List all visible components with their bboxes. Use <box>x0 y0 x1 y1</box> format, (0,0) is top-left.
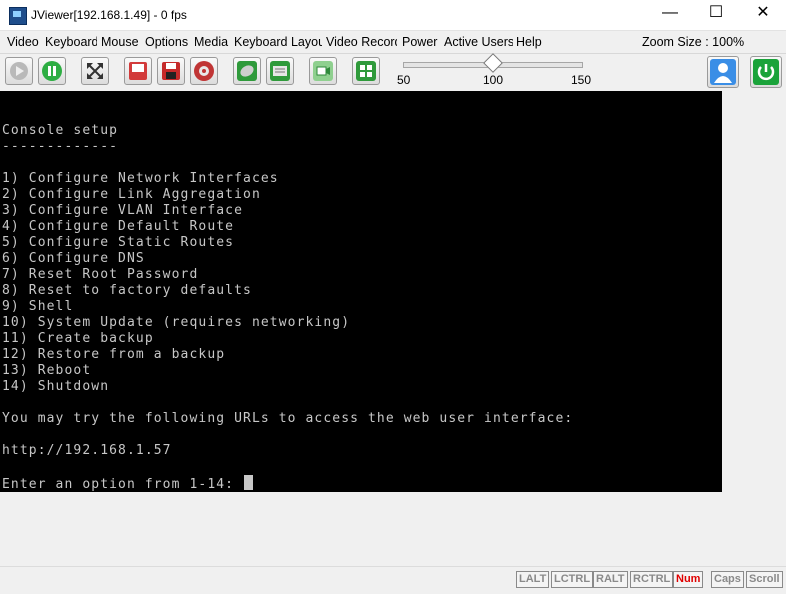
app-icon <box>9 7 27 25</box>
maximize-button[interactable]: ☐ <box>693 0 739 30</box>
console-line: 1) Configure Network Interfaces <box>2 171 279 186</box>
menu-keyboard-layout[interactable]: Keyboard Layout <box>234 35 322 49</box>
zoom-min-label: 50 <box>397 73 411 87</box>
menu-help[interactable]: Help <box>516 35 546 49</box>
video-record-button[interactable] <box>309 57 337 85</box>
fullscreen-icon <box>87 63 103 79</box>
rctrl-indicator[interactable]: RCTRL <box>630 571 674 588</box>
menu-mouse[interactable]: Mouse <box>101 35 141 49</box>
menu-power[interactable]: Power <box>402 35 440 49</box>
video-record-icon <box>313 61 333 81</box>
user-icon <box>710 59 736 85</box>
save-icon <box>162 62 180 80</box>
console-line: 4) Configure Default Route <box>2 219 235 234</box>
console-line: 12) Restore from a backup <box>2 347 226 362</box>
console-line: http://192.168.1.57 <box>2 443 172 458</box>
menu-video-record[interactable]: Video Record <box>326 35 397 49</box>
menu-keyboard[interactable]: Keyboard <box>45 35 97 49</box>
close-button[interactable]: ✕ <box>740 0 786 30</box>
console-prompt-line[interactable]: Enter an option from 1-14: <box>2 475 254 493</box>
hotkeys-icon <box>356 61 376 81</box>
scroll-lock-indicator[interactable]: Scroll <box>746 571 783 588</box>
console-line: 10) System Update (requires networking) <box>2 315 351 330</box>
power-icon <box>753 59 779 85</box>
console-line: Console setup <box>2 123 119 138</box>
menu-media[interactable]: Media <box>194 35 230 49</box>
lalt-indicator[interactable]: LALT <box>516 571 550 588</box>
pause-button[interactable] <box>38 57 66 85</box>
remote-console-screen[interactable]: Console setup ------------- 1) Configure… <box>0 91 722 492</box>
console-line: 5) Configure Static Routes <box>2 235 235 250</box>
cd-media-icon <box>194 61 214 81</box>
toolbar <box>0 54 786 91</box>
minimize-button[interactable]: — <box>647 0 693 30</box>
num-lock-indicator[interactable]: Num <box>673 571 704 588</box>
console-line: 11) Create backup <box>2 331 154 346</box>
mouse-icon <box>237 61 257 81</box>
power-button[interactable] <box>750 56 782 88</box>
console-prompt: Enter an option from 1-14: <box>2 477 244 492</box>
title-bar: JViewer[192.168.1.49] - 0 fps — ☐ ✕ <box>0 0 786 31</box>
zoom-size-label: Zoom Size : 100% <box>642 35 745 49</box>
fullscreen-button[interactable] <box>81 57 109 85</box>
floppy-media-icon <box>129 62 147 80</box>
console-line: ------------- <box>2 139 119 154</box>
console-line: 9) Shell <box>2 299 74 314</box>
text-cursor <box>244 475 254 490</box>
play-icon <box>10 62 28 80</box>
console-line: You may try the following URLs to access… <box>2 411 574 426</box>
pause-icon <box>42 61 62 81</box>
zoom-max-label: 150 <box>571 73 592 87</box>
keyboard-button[interactable] <box>266 57 294 85</box>
keyboard-icon <box>270 61 290 81</box>
play-button[interactable] <box>5 57 33 85</box>
console-line: 8) Reset to factory defaults <box>2 283 252 298</box>
menu-video[interactable]: Video <box>7 35 41 49</box>
console-line: 13) Reboot <box>2 363 92 378</box>
mouse-button[interactable] <box>233 57 261 85</box>
console-line: 14) Shutdown <box>2 379 110 394</box>
cd-media-button[interactable] <box>190 57 218 85</box>
menu-bar: Video Keyboard Mouse Options Media Keybo… <box>0 31 786 54</box>
console-line: 3) Configure VLAN Interface <box>2 203 244 218</box>
lctrl-indicator[interactable]: LCTRL <box>551 571 594 588</box>
hotkeys-button[interactable] <box>352 57 380 85</box>
caps-lock-indicator[interactable]: Caps <box>711 571 744 588</box>
console-margin <box>722 91 786 492</box>
window-title: JViewer[192.168.1.49] - 0 fps <box>31 8 187 22</box>
menu-options[interactable]: Options <box>145 35 190 49</box>
floppy-media-button[interactable] <box>124 57 152 85</box>
user-button[interactable] <box>707 56 739 88</box>
status-bar: LALT LCTRL RALT RCTRL Num Caps Scroll <box>0 566 786 594</box>
zoom-mid-label: 100 <box>483 73 504 87</box>
console-line: 2) Configure Link Aggregation <box>2 187 261 202</box>
save-button[interactable] <box>157 57 185 85</box>
menu-active-users[interactable]: Active Users <box>444 35 513 49</box>
console-line: 6) Configure DNS <box>2 251 145 266</box>
console-line: 7) Reset Root Password <box>2 267 199 282</box>
ralt-indicator[interactable]: RALT <box>593 571 628 588</box>
